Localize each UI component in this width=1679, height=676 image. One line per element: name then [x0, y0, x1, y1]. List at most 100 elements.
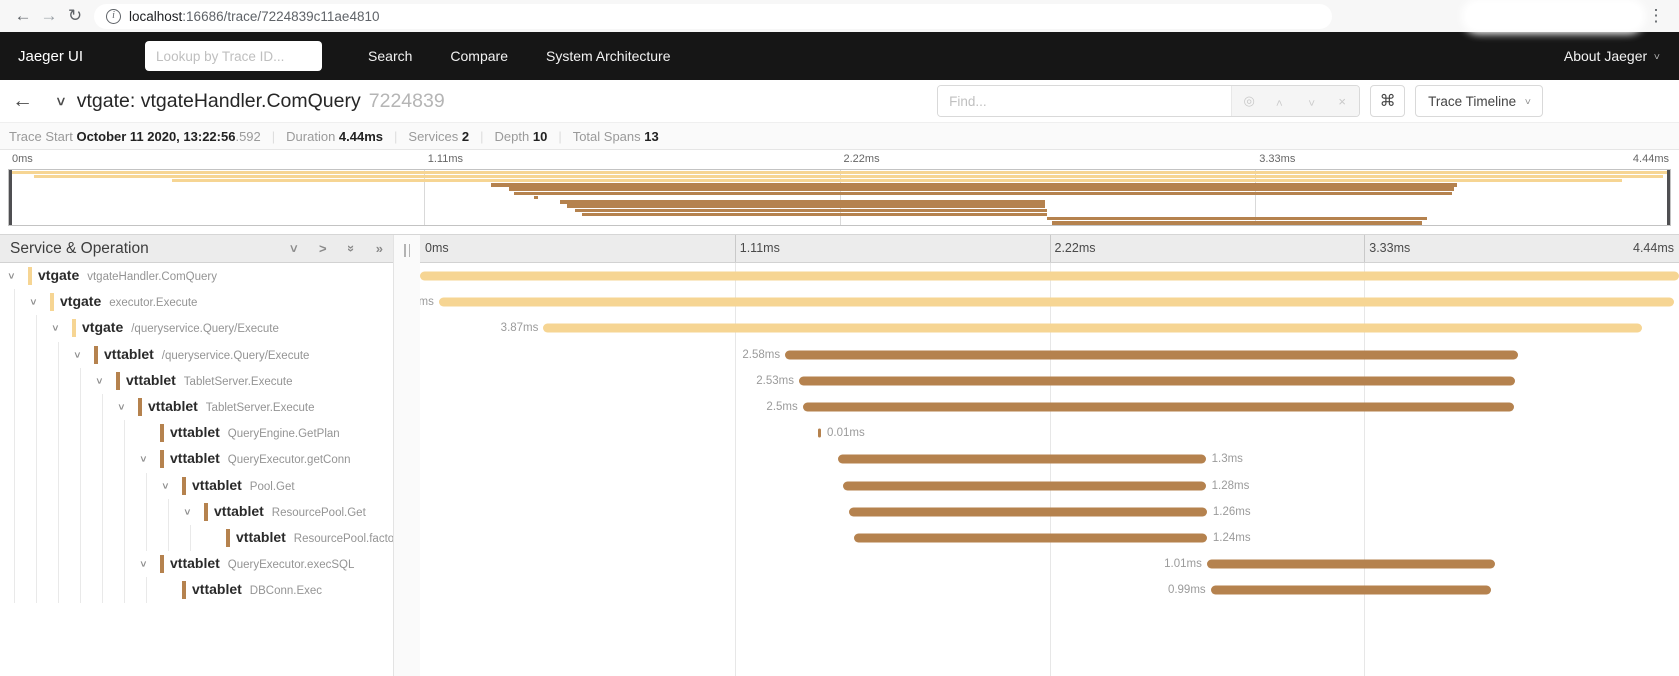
- tree-row[interactable]: > vtgatevtgateHandler.ComQuery: [0, 263, 393, 289]
- tree-row[interactable]: >vttabletPool.Get: [0, 473, 393, 499]
- tree-row[interactable]: >vttabletResourcePool.Get: [0, 499, 393, 525]
- tree-row[interactable]: >vtgateexecutor.Execute: [0, 289, 393, 315]
- browser-forward-icon[interactable]: →: [36, 6, 62, 26]
- service-name: vttablet: [236, 529, 286, 545]
- span-bar[interactable]: [849, 507, 1207, 516]
- expand-chevron-icon[interactable]: >: [5, 273, 17, 279]
- collapse-header-chevron-icon[interactable]: >: [52, 97, 69, 106]
- expand-chevron-icon[interactable]: >: [181, 509, 193, 515]
- minimap-left-drag-handle[interactable]: [9, 170, 12, 225]
- indent-guide: [124, 577, 125, 603]
- span-timeline-row[interactable]: 2.53ms: [420, 368, 1679, 394]
- span-timeline-row[interactable]: 0.99ms: [420, 577, 1679, 603]
- service-name: vtgate: [38, 267, 79, 283]
- trace-lookup-input[interactable]: [145, 41, 322, 71]
- collapse-one-level-icon[interactable]: >: [287, 245, 302, 253]
- nav-item-system-architecture[interactable]: System Architecture: [546, 48, 671, 64]
- operation-name: QueryEngine.GetPlan: [228, 428, 340, 440]
- nav-item-compare[interactable]: Compare: [450, 48, 508, 64]
- tree-row[interactable]: >vttabletTabletServer.Execute: [0, 368, 393, 394]
- tree-row[interactable]: >vttabletQueryExecutor.execSQL: [0, 551, 393, 577]
- span-name: vtgatevtgateHandler.ComQuery: [38, 267, 217, 285]
- span-timeline-row[interactable]: 2.5ms: [420, 394, 1679, 420]
- expand-chevron-icon[interactable]: >: [137, 561, 149, 567]
- trace-view-select[interactable]: Trace Timeline>: [1415, 85, 1543, 117]
- span-bar[interactable]: [1207, 560, 1495, 569]
- tree-row[interactable]: vttabletResourcePool.factory: [0, 525, 393, 551]
- address-bar[interactable]: i localhost:16686/trace/7224839c11ae4810: [94, 4, 1332, 29]
- panel-resize-gutter[interactable]: [394, 235, 420, 676]
- span-timeline-row[interactable]: 1.26ms: [420, 499, 1679, 525]
- minimap-right-drag-handle[interactable]: [1667, 170, 1670, 225]
- span-timeline-row[interactable]: ms: [420, 289, 1679, 315]
- indent-guide: [36, 420, 37, 446]
- prev-match-icon[interactable]: >: [1273, 94, 1287, 109]
- span-timeline-row[interactable]: 0.01ms: [420, 420, 1679, 446]
- expand-chevron-icon[interactable]: >: [49, 325, 61, 331]
- collapse-all-icon[interactable]: »: [344, 245, 359, 252]
- indent-guide: [102, 499, 103, 525]
- expand-chevron-icon[interactable]: >: [115, 404, 127, 410]
- find-input[interactable]: [938, 86, 1231, 116]
- chevron-down-icon: >: [1522, 98, 1533, 104]
- span-bar[interactable]: [785, 350, 1518, 359]
- expand-chevron-icon[interactable]: >: [137, 456, 149, 462]
- indent-guide: [58, 499, 59, 525]
- nav-item-search[interactable]: Search: [368, 48, 412, 64]
- service-color-bar: [116, 372, 120, 390]
- span-bar[interactable]: [799, 376, 1515, 385]
- span-bar[interactable]: [818, 429, 821, 438]
- indent-guide: [102, 420, 103, 446]
- about-jaeger-menu[interactable]: About Jaeger>: [1564, 48, 1659, 64]
- indent-guide: [14, 473, 15, 499]
- span-bar[interactable]: [1211, 586, 1492, 595]
- span-timeline-row[interactable]: 1.3ms: [420, 446, 1679, 472]
- expand-chevron-icon[interactable]: >: [27, 299, 39, 305]
- span-duration-label: 1.28ms: [1212, 480, 1250, 492]
- tree-row[interactable]: >vtgate/queryservice.Query/Execute: [0, 315, 393, 341]
- indent-guide: [58, 551, 59, 577]
- operation-name: /queryservice.Query/Execute: [162, 350, 310, 362]
- span-bar[interactable]: [803, 403, 1514, 412]
- indent-guide: [80, 420, 81, 446]
- expand-all-icon[interactable]: »: [376, 241, 383, 256]
- back-button[interactable]: ←: [12, 89, 56, 113]
- page-info-icon[interactable]: i: [106, 9, 121, 24]
- jaeger-logo[interactable]: Jaeger UI: [0, 48, 101, 65]
- tree-row[interactable]: vttablet QueryEngine.GetPlan: [0, 420, 393, 446]
- browser-reload-icon[interactable]: ↻: [62, 6, 88, 26]
- browser-back-icon[interactable]: ←: [10, 6, 36, 26]
- span-bar[interactable]: [420, 272, 1679, 281]
- span-bar[interactable]: [854, 533, 1207, 542]
- service-color-bar: [50, 293, 54, 311]
- span-timeline-row[interactable]: 1.28ms: [420, 473, 1679, 499]
- expand-one-level-icon[interactable]: >: [319, 241, 327, 256]
- tree-row[interactable]: >vttabletTabletServer.Execute: [0, 394, 393, 420]
- minimap-canvas[interactable]: [8, 169, 1671, 226]
- locate-span-icon[interactable]: ◎: [1242, 93, 1256, 109]
- span-bar[interactable]: [843, 481, 1206, 490]
- tree-row[interactable]: > vttablet/queryservice.Query/Execute: [0, 342, 393, 368]
- tree-row[interactable]: vttabletDBConn.Exec: [0, 577, 393, 603]
- keyboard-shortcuts-button[interactable]: ⌘: [1370, 85, 1405, 117]
- next-match-icon[interactable]: >: [1304, 94, 1318, 109]
- service-name: vttablet: [170, 424, 220, 440]
- span-timeline-row[interactable]: [420, 263, 1679, 289]
- span-bar[interactable]: [439, 298, 1674, 307]
- span-bar[interactable]: [543, 324, 1642, 333]
- expand-chevron-icon[interactable]: >: [159, 483, 171, 489]
- span-timeline-row[interactable]: 2.58ms: [420, 342, 1679, 368]
- service-name: vttablet: [104, 346, 154, 362]
- span-timeline-row[interactable]: 1.01ms: [420, 551, 1679, 577]
- browser-menu-icon[interactable]: ⋮: [1643, 6, 1669, 26]
- span-timeline-row[interactable]: 3.87ms: [420, 315, 1679, 341]
- tree-row[interactable]: >vttabletQueryExecutor.getConn: [0, 446, 393, 472]
- span-bar[interactable]: [838, 455, 1206, 464]
- indent-guide: [80, 551, 81, 577]
- expand-chevron-icon[interactable]: >: [93, 378, 105, 384]
- span-timeline-row[interactable]: 1.24ms: [420, 525, 1679, 551]
- clear-search-icon[interactable]: ×: [1335, 94, 1349, 109]
- expand-chevron-icon[interactable]: >: [71, 352, 83, 358]
- minimap-tick-label: 3.33ms: [1259, 153, 1295, 165]
- minimap-tick-label: 4.44ms: [1633, 153, 1669, 165]
